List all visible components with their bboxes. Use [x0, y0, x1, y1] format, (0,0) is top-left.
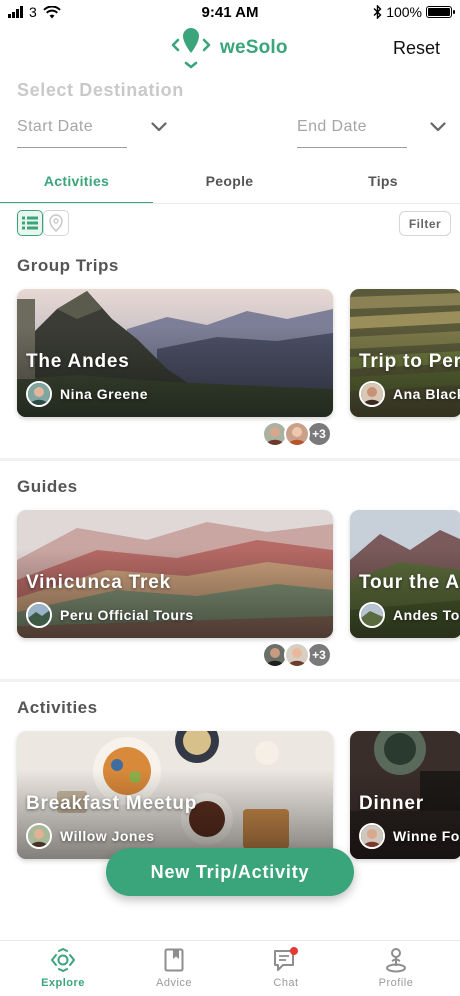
map-pin-icon	[49, 214, 63, 232]
attendee-avatars[interactable]: +3	[262, 642, 332, 668]
chevron-down-icon[interactable]	[430, 122, 446, 132]
wesolo-logo-icon	[171, 28, 211, 69]
tab-people-label: People	[205, 173, 254, 189]
card-owner: Winne Fox	[359, 823, 460, 849]
tabs-divider	[0, 203, 460, 204]
section-title-activities: Activities	[17, 698, 98, 717]
nav-explore[interactable]: Explore	[17, 947, 109, 989]
nav-label: Profile	[378, 977, 414, 989]
tab-tips[interactable]: Tips	[306, 166, 460, 204]
section-title-group-trips: Group Trips	[17, 256, 119, 275]
avatar	[26, 381, 52, 407]
card-owner: Ana Black	[359, 381, 460, 407]
app-name: weSolo	[220, 37, 288, 58]
avatar	[359, 381, 385, 407]
bottom-navigation: Explore Advice Chat Profile	[0, 940, 460, 996]
category-tabs: Activities People Tips	[0, 166, 460, 204]
start-date-underline	[17, 147, 127, 148]
owner-name: Nina Greene	[60, 386, 148, 402]
tab-activities[interactable]: Activities	[0, 166, 153, 204]
reset-button[interactable]: Reset	[393, 38, 440, 59]
card-title: The Andes	[26, 351, 130, 372]
map-view-toggle[interactable]	[43, 210, 69, 236]
list-view-toggle[interactable]	[17, 210, 43, 236]
section-separator	[0, 679, 460, 682]
profile-pin-icon	[386, 948, 406, 973]
nav-advice[interactable]: Advice	[128, 947, 220, 989]
tab-activities-label: Activities	[43, 173, 110, 189]
guide-card[interactable]: Vinicunca Trek Peru Official Tours	[17, 510, 333, 638]
tab-people[interactable]: People	[153, 166, 306, 204]
chevron-down-icon[interactable]	[151, 122, 167, 132]
filter-button[interactable]: Filter	[399, 211, 451, 236]
card-owner: Willow Jones	[26, 823, 155, 849]
end-date-label: End Date	[297, 118, 367, 135]
bluetooth-icon	[373, 5, 382, 19]
activity-card[interactable]: Dinner Winne Fox	[350, 731, 460, 859]
card-owner: Nina Greene	[26, 381, 148, 407]
status-bar: 3 9:41 AM 100%	[0, 0, 460, 26]
end-date-field[interactable]: End Date	[297, 118, 447, 148]
avatar	[284, 642, 310, 668]
start-date-field[interactable]: Start Date	[17, 118, 177, 148]
owner-name: Andes Tours	[393, 607, 460, 623]
owner-name: Winne Fox	[393, 828, 460, 844]
owner-name: Peru Official Tours	[60, 607, 194, 623]
nav-profile[interactable]: Profile	[350, 947, 442, 989]
attendee-avatars[interactable]: +3	[262, 421, 332, 447]
nav-label: Advice	[155, 977, 193, 989]
app-logo: weSolo	[170, 26, 288, 70]
start-date-label: Start Date	[17, 118, 94, 135]
list-icon	[22, 216, 38, 230]
owner-name: Willow Jones	[60, 828, 155, 844]
avatar	[26, 823, 52, 849]
end-date-underline	[297, 147, 407, 148]
card-title: Tour the Andes	[359, 572, 460, 593]
status-right: 100%	[373, 4, 455, 20]
select-destination-title: Select Destination	[17, 80, 184, 100]
nav-label: Explore	[41, 977, 85, 989]
avatar	[359, 602, 385, 628]
battery-percent: 100%	[386, 4, 422, 20]
compass-icon	[51, 948, 75, 972]
activity-card[interactable]: Breakfast Meetup Willow Jones	[17, 731, 333, 859]
trip-card[interactable]: Trip to Peru Ana Black	[350, 289, 460, 417]
card-title: Breakfast Meetup	[26, 793, 198, 814]
card-title: Trip to Peru	[359, 351, 460, 372]
chat-icon	[274, 947, 298, 971]
avatar	[26, 602, 52, 628]
card-owner: Andes Tours	[359, 602, 460, 628]
avatar	[284, 421, 310, 447]
avatar	[359, 823, 385, 849]
app-header: weSolo Reset	[0, 26, 460, 76]
owner-name: Ana Black	[393, 386, 460, 402]
trip-card[interactable]: The Andes Nina Greene	[17, 289, 333, 417]
battery-icon	[426, 6, 455, 18]
new-trip-activity-button[interactable]: New Trip/Activity	[106, 848, 354, 896]
nav-label: Chat	[273, 977, 299, 989]
card-owner: Peru Official Tours	[26, 602, 194, 628]
section-title-guides: Guides	[17, 477, 78, 496]
tab-tips-label: Tips	[368, 173, 398, 189]
section-separator	[0, 458, 460, 461]
card-title: Vinicunca Trek	[26, 572, 171, 593]
book-icon	[164, 948, 184, 972]
guide-card[interactable]: Tour the Andes Andes Tours	[350, 510, 460, 638]
nav-chat[interactable]: Chat	[240, 947, 332, 989]
card-title: Dinner	[359, 793, 424, 814]
